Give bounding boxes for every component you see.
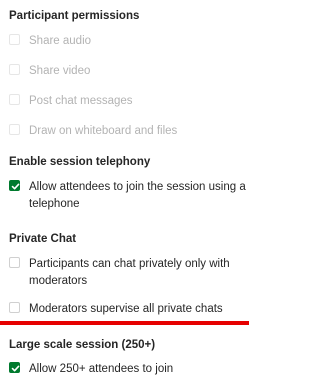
draw-whiteboard-label: Draw on whiteboard and files (29, 125, 178, 137)
red-divider (0, 321, 249, 325)
allow-250-checkbox[interactable] (9, 362, 20, 373)
post-chat-label: Post chat messages (29, 95, 133, 107)
checkmark-icon (11, 183, 20, 190)
share-audio-checkbox[interactable] (9, 34, 20, 45)
share-video-checkbox[interactable] (9, 64, 20, 75)
checkmark-icon (11, 365, 20, 372)
private-chat-heading: Private Chat (9, 233, 77, 245)
chat-moderators-only-label: Participants can chat privately only wit… (29, 258, 230, 287)
share-audio-label: Share audio (29, 35, 92, 47)
participant-permissions-heading: Participant permissions (9, 10, 140, 22)
draw-whiteboard-checkbox[interactable] (9, 124, 20, 135)
supervise-chats-label: Moderators supervise all private chats (29, 303, 223, 315)
session-telephony-heading: Enable session telephony (9, 156, 151, 168)
supervise-chats-checkbox[interactable] (9, 302, 20, 313)
share-video-label: Share video (29, 65, 91, 77)
telephony-label: Allow attendees to join the session usin… (29, 181, 246, 210)
large-scale-heading: Large scale session (250+) (9, 339, 156, 351)
chat-moderators-only-checkbox[interactable] (9, 257, 20, 268)
telephony-checkbox[interactable] (9, 180, 20, 191)
post-chat-checkbox[interactable] (9, 94, 20, 105)
allow-250-label: Allow 250+ attendees to join (29, 363, 174, 375)
